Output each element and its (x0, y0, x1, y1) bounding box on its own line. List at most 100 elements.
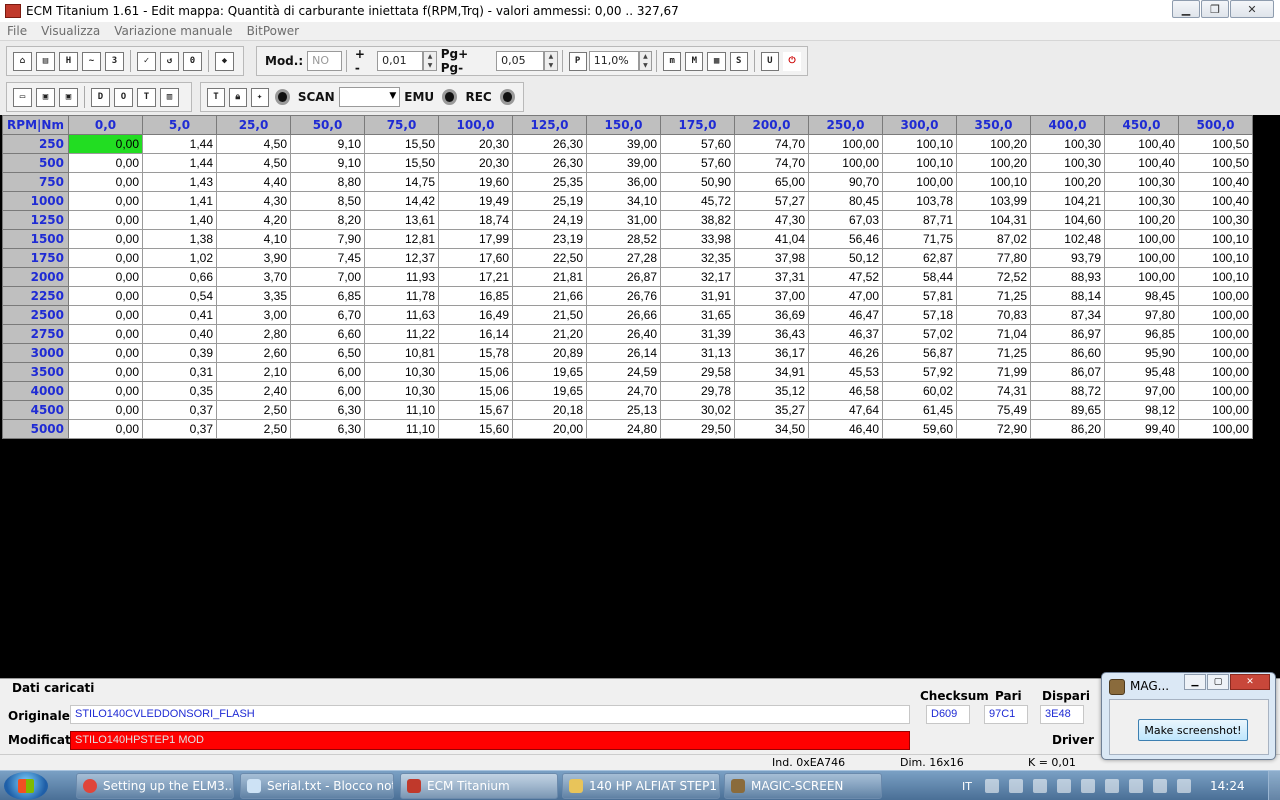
map-cell[interactable]: 102,48 (1030, 229, 1105, 249)
map-cell[interactable]: 99,40 (1104, 419, 1179, 439)
map-cell[interactable]: 100,20 (1030, 172, 1105, 192)
map-cell[interactable]: 100,00 (1178, 362, 1253, 382)
map-cell[interactable]: 0,31 (142, 362, 217, 382)
map-cell[interactable]: 26,40 (586, 324, 661, 344)
map-cell[interactable]: 32,17 (660, 267, 735, 287)
originale-field[interactable]: STILO140CVLEDDONSORI_FLASH (70, 705, 910, 724)
map-cell[interactable]: 57,02 (882, 324, 957, 344)
tray-update-icon[interactable] (1008, 779, 1023, 793)
map-cell[interactable]: 0,00 (68, 191, 143, 211)
map-cell[interactable]: 100,00 (1104, 267, 1179, 287)
map-cell[interactable]: 0,00 (68, 286, 143, 306)
map-cell[interactable]: 38,82 (660, 210, 735, 230)
percent-spinner[interactable]: ▲ ▼ (638, 51, 653, 71)
map-cell[interactable]: 57,81 (882, 286, 957, 306)
map-cell[interactable]: 100,20 (956, 134, 1031, 154)
map-cell[interactable]: 100,30 (1030, 153, 1105, 173)
map-cell[interactable]: 0,37 (142, 400, 217, 420)
map-cell[interactable]: 19,49 (438, 191, 513, 211)
map-cell[interactable]: 31,91 (660, 286, 735, 306)
flag-icon[interactable] (1080, 779, 1095, 793)
map-cell[interactable]: 71,75 (882, 229, 957, 249)
map-cell[interactable]: 32,35 (660, 248, 735, 268)
map-cell[interactable]: 3,00 (216, 305, 291, 325)
map-cell[interactable]: 86,20 (1030, 419, 1105, 439)
map-cell[interactable]: 46,37 (808, 324, 883, 344)
map-cell[interactable]: 34,91 (734, 362, 809, 382)
map-cell[interactable]: 104,21 (1030, 191, 1105, 211)
map-cell[interactable]: 20,00 (512, 419, 587, 439)
map-cell[interactable]: 0,66 (142, 267, 217, 287)
map-cell[interactable]: 100,20 (1104, 210, 1179, 230)
map-cell[interactable]: 15,78 (438, 343, 513, 363)
map-cell[interactable]: 0,00 (68, 172, 143, 192)
map-cell[interactable]: 100,00 (1178, 381, 1253, 401)
map-cell[interactable]: 25,19 (512, 191, 587, 211)
map-cell[interactable]: 0,00 (68, 362, 143, 382)
map-cell[interactable]: 24,80 (586, 419, 661, 439)
map-cell[interactable]: 46,47 (808, 305, 883, 325)
map-cell[interactable]: 58,44 (882, 267, 957, 287)
map-cell[interactable]: 100,20 (956, 153, 1031, 173)
map-cell[interactable]: 100,00 (1178, 286, 1253, 306)
map-cell[interactable]: 31,13 (660, 343, 735, 363)
map-cell[interactable]: 6,50 (290, 343, 365, 363)
map-cell[interactable]: 8,80 (290, 172, 365, 192)
map-cell[interactable]: 74,31 (956, 381, 1031, 401)
map-cell[interactable]: 11,10 (364, 400, 439, 420)
make-screenshot-button[interactable]: Make screenshot! (1138, 719, 1248, 741)
rec-button[interactable] (499, 89, 516, 105)
map-cell[interactable]: 0,40 (142, 324, 217, 344)
map-cell[interactable]: 95,48 (1104, 362, 1179, 382)
clock[interactable]: 14:24 (1210, 779, 1245, 793)
map-cell[interactable]: 72,52 (956, 267, 1031, 287)
windows-icon[interactable]: ▤ (36, 51, 55, 71)
map-cell[interactable]: 100,10 (956, 172, 1031, 192)
pg-field[interactable]: 0,05 (496, 51, 545, 71)
magic-maximize-button[interactable]: ▢ (1207, 674, 1229, 690)
record-dot-icon[interactable] (274, 89, 290, 105)
u-icon[interactable]: U (760, 51, 779, 71)
map-cell[interactable]: 11,10 (364, 419, 439, 439)
map-cell[interactable]: 2,60 (216, 343, 291, 363)
map-cell[interactable]: 8,50 (290, 191, 365, 211)
map-cell[interactable]: 29,58 (660, 362, 735, 382)
map-cell[interactable]: 11,93 (364, 267, 439, 287)
reset-icon[interactable]: ↺ (160, 51, 179, 71)
check-icon[interactable]: ✓ (137, 51, 156, 71)
map-cell[interactable]: 16,85 (438, 286, 513, 306)
map-cell[interactable]: 100,00 (1178, 343, 1253, 363)
power-icon[interactable]: ⏻ (782, 51, 802, 71)
map-cell[interactable]: 1,38 (142, 229, 217, 249)
runner-icon[interactable]: ✦ (250, 87, 269, 107)
map-cell[interactable]: 89,65 (1030, 400, 1105, 420)
map-cell[interactable]: 97,00 (1104, 381, 1179, 401)
map-cell[interactable]: 100,00 (1104, 248, 1179, 268)
map-cell[interactable]: 100,40 (1104, 153, 1179, 173)
map-cell[interactable]: 26,30 (512, 153, 587, 173)
map-cell[interactable]: 20,30 (438, 153, 513, 173)
bluetooth-icon[interactable] (1032, 779, 1047, 793)
map-cell[interactable]: 11,63 (364, 305, 439, 325)
map-cell[interactable]: 3,90 (216, 248, 291, 268)
hex-icon[interactable]: H (59, 51, 78, 71)
volume-icon[interactable] (1152, 779, 1167, 793)
map-cell[interactable]: 70,83 (956, 305, 1031, 325)
map-cell[interactable]: 57,92 (882, 362, 957, 382)
tool-t-icon[interactable]: T (207, 87, 225, 107)
map-cell[interactable]: 31,65 (660, 305, 735, 325)
percent-icon[interactable]: P (568, 51, 587, 71)
map-cell[interactable]: 25,13 (586, 400, 661, 420)
map-cell[interactable]: 86,97 (1030, 324, 1105, 344)
map-cell[interactable]: 87,02 (956, 229, 1031, 249)
map-cell[interactable]: 74,70 (734, 153, 809, 173)
map-cell[interactable]: 100,40 (1178, 191, 1253, 211)
menu-bitpower[interactable]: BitPower (240, 24, 307, 38)
save-icon[interactable]: ▣ (36, 87, 55, 107)
map-cell[interactable]: 7,00 (290, 267, 365, 287)
maximize-button[interactable]: ❐ (1201, 0, 1229, 18)
map-cell[interactable]: 61,45 (882, 400, 957, 420)
map-cell[interactable]: 2,40 (216, 381, 291, 401)
menu-file[interactable]: File (0, 24, 34, 38)
map-cell[interactable]: 28,52 (586, 229, 661, 249)
